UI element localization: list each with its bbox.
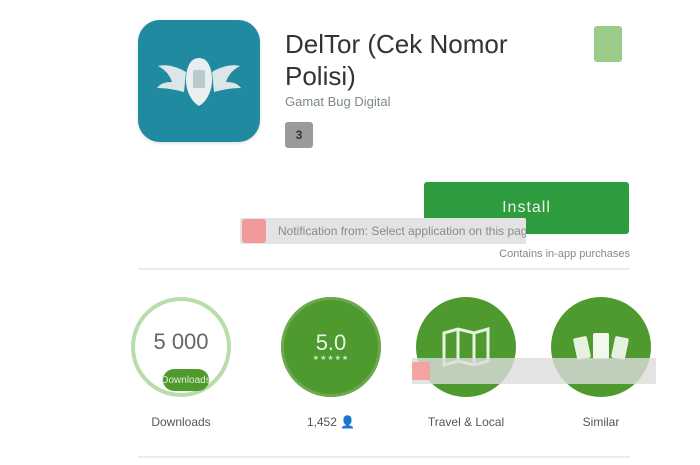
overlay-strip (412, 358, 656, 384)
app-icon (138, 20, 260, 142)
notification-text: Notification from: Select application on… (278, 224, 526, 238)
notification-icon (242, 219, 266, 243)
app-title: DelTor (Cek Nomor Polisi) (285, 29, 508, 91)
winged-shield-icon (157, 58, 241, 106)
app-details-page: DelTor (Cek Nomor Polisi) Gamat Bug Digi… (0, 0, 700, 465)
stat-label: Travel & Local (427, 415, 505, 429)
wishlist-icon[interactable] (594, 26, 622, 62)
stat-rating[interactable]: 5.0 ★★★★★ 1,452 👤 (276, 297, 386, 429)
overlay-dot (412, 362, 430, 380)
purchase-note: Contains in-app purchases (499, 248, 630, 260)
divider (138, 268, 630, 270)
stat-downloads[interactable]: 5 000 Downloads Downloads (126, 297, 236, 429)
rating-stars: ★★★★★ (312, 355, 350, 362)
content-rating-value: 3 (295, 128, 303, 142)
stat-label: 1,452 👤 (306, 415, 356, 429)
stat-label: Downloads (151, 415, 211, 429)
notification-banner[interactable]: Notification from: Select application on… (240, 218, 526, 244)
rating-badge: 5.0 ★★★★★ (281, 297, 381, 397)
downloads-value: 5 000 (153, 329, 209, 354)
developer-link[interactable]: Gamat Bug Digital (285, 94, 391, 109)
downloads-pill: Downloads (161, 369, 211, 391)
rating-value: 5.0 (315, 330, 347, 355)
stat-label: Similar (582, 415, 620, 429)
content-rating-badge: 3 (285, 122, 313, 148)
divider (138, 456, 630, 458)
downloads-badge: 5 000 Downloads (131, 297, 231, 397)
